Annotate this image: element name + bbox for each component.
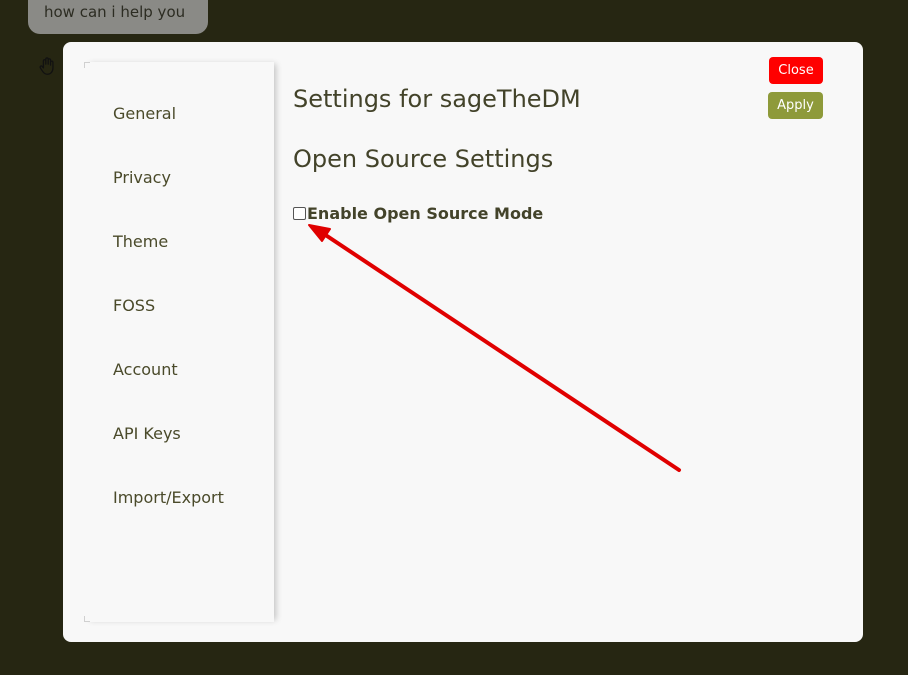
sidebar-item-theme[interactable]: Theme: [113, 232, 168, 251]
section-title: Open Source Settings: [293, 145, 554, 173]
sidebar-corner-bottom: [84, 616, 90, 622]
open-source-mode-checkbox[interactable]: [293, 207, 306, 220]
sidebar-item-foss[interactable]: FOSS: [113, 296, 155, 315]
open-source-mode-label[interactable]: Enable Open Source Mode: [307, 204, 543, 223]
hand-icon[interactable]: [37, 55, 59, 77]
close-button[interactable]: Close: [769, 57, 823, 84]
chat-message-bubble: how can i help you: [28, 0, 208, 34]
sidebar-item-account[interactable]: Account: [113, 360, 178, 379]
sidebar-item-import-export[interactable]: Import/Export: [113, 488, 224, 507]
settings-modal: General Privacy Theme FOSS Account API K…: [63, 42, 863, 642]
sidebar-item-general[interactable]: General: [113, 104, 176, 123]
sidebar-corner-top: [84, 62, 90, 68]
settings-title: Settings for sageTheDM: [293, 85, 581, 113]
sidebar-item-privacy[interactable]: Privacy: [113, 168, 171, 187]
sidebar-item-api-keys[interactable]: API Keys: [113, 424, 181, 443]
open-source-mode-option[interactable]: Enable Open Source Mode: [293, 204, 543, 223]
settings-sidebar: General Privacy Theme FOSS Account API K…: [84, 62, 274, 622]
apply-button[interactable]: Apply: [768, 92, 823, 119]
chat-message-text: how can i help you: [44, 3, 186, 21]
